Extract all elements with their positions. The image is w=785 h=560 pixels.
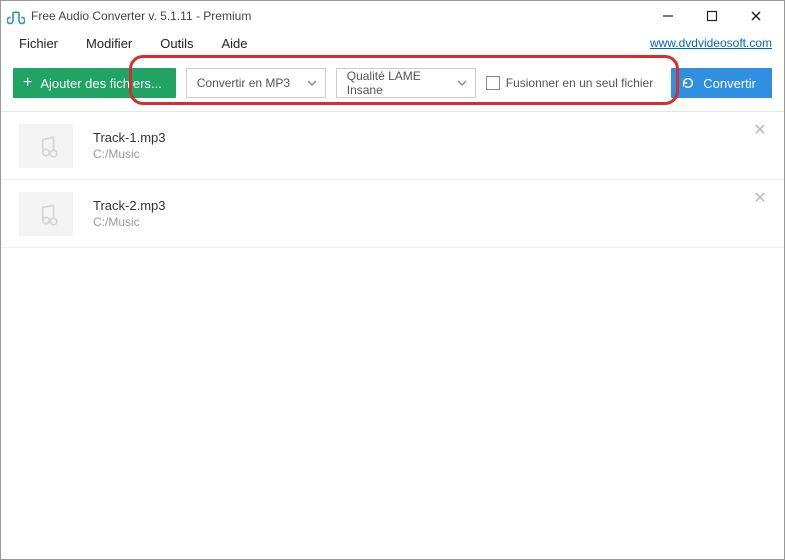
file-name: Track-2.mp3 [93, 198, 766, 213]
maximize-button[interactable] [690, 2, 734, 30]
close-button[interactable] [734, 2, 778, 30]
app-icon [7, 7, 25, 25]
audio-file-icon [19, 192, 73, 236]
merge-label: Fusionner en un seul fichier [506, 76, 653, 90]
chevron-down-icon [457, 78, 467, 88]
menu-file[interactable]: Fichier [19, 36, 58, 51]
window-title: Free Audio Converter v. 5.1.11 - Premium [31, 9, 646, 23]
convert-label: Convertir [703, 76, 756, 91]
file-path: C:/Music [93, 147, 766, 161]
format-label: Convertir en MP3 [197, 76, 290, 90]
add-files-label: Ajouter des fichiers... [40, 76, 161, 91]
plus-icon: + [23, 75, 32, 91]
add-files-button[interactable]: + Ajouter des fichiers... [13, 68, 176, 98]
quality-dropdown[interactable]: Qualité LAME Insane [336, 68, 476, 98]
file-name: Track-1.mp3 [93, 130, 766, 145]
menu-tools[interactable]: Outils [160, 36, 193, 51]
titlebar: Free Audio Converter v. 5.1.11 - Premium [1, 1, 784, 31]
refresh-icon [681, 76, 695, 90]
audio-file-icon [19, 124, 73, 168]
convert-button[interactable]: Convertir [671, 68, 772, 98]
list-item[interactable]: Track-1.mp3 C:/Music ✕ [1, 112, 784, 180]
file-info: Track-2.mp3 C:/Music [93, 198, 766, 229]
menubar: Fichier Modifier Outils Aide www.dvdvide… [1, 31, 784, 55]
vendor-link[interactable]: www.dvdvideosoft.com [650, 36, 772, 50]
close-icon: ✕ [753, 120, 766, 140]
remove-file-button[interactable]: ✕ [750, 188, 770, 208]
list-item[interactable]: Track-2.mp3 C:/Music ✕ [1, 180, 784, 248]
window-controls [646, 2, 778, 30]
file-path: C:/Music [93, 215, 766, 229]
remove-file-button[interactable]: ✕ [750, 120, 770, 140]
quality-label: Qualité LAME Insane [347, 69, 457, 97]
checkbox-icon [486, 76, 500, 90]
close-icon: ✕ [753, 188, 766, 208]
file-info: Track-1.mp3 C:/Music [93, 130, 766, 161]
format-dropdown[interactable]: Convertir en MP3 [186, 68, 326, 98]
toolbar: + Ajouter des fichiers... Convertir en M… [13, 63, 772, 107]
minimize-button[interactable] [646, 2, 690, 30]
menu-help[interactable]: Aide [222, 36, 248, 51]
file-list: Track-1.mp3 C:/Music ✕ Track-2.mp3 C:/Mu… [1, 112, 784, 248]
merge-checkbox[interactable]: Fusionner en un seul fichier [486, 76, 653, 90]
chevron-down-icon [307, 78, 317, 88]
menu-edit[interactable]: Modifier [86, 36, 132, 51]
